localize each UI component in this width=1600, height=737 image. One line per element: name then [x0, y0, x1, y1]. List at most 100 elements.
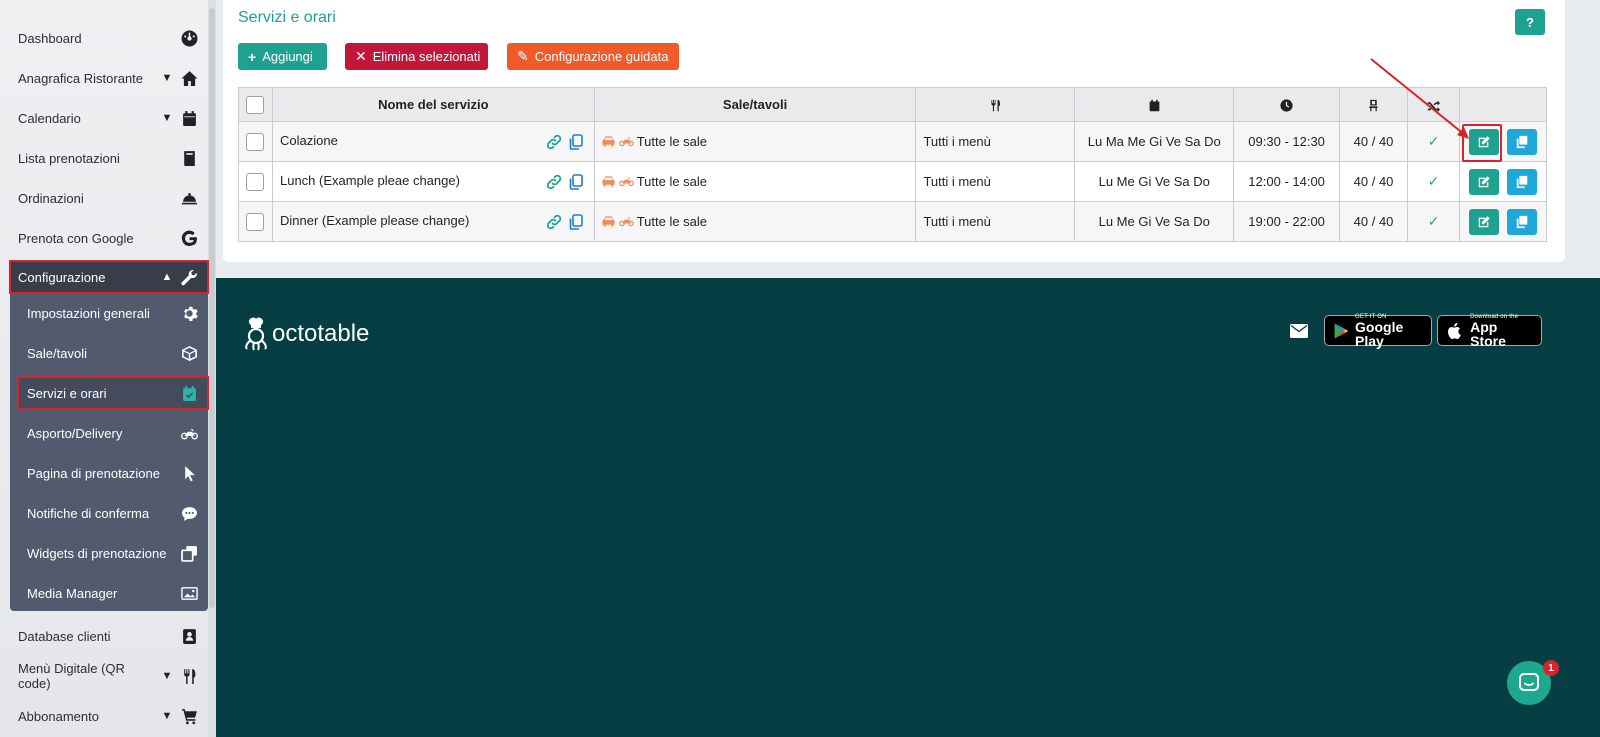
page-title: Servizi e orari [238, 9, 336, 26]
row-select-cell[interactable] [238, 161, 273, 202]
check-icon: ✓ [1407, 121, 1460, 162]
header-rooms[interactable]: Sale/tavoli [593, 87, 917, 122]
sidebar-subitem-servizi-orari[interactable]: Servizi e orari [17, 376, 209, 410]
delete-selected-button[interactable]: ✕ Elimina selezionati [345, 43, 488, 70]
copy-icon[interactable] [567, 173, 585, 191]
chef-octopus-logo-icon [245, 317, 267, 351]
apple-icon [1448, 322, 1461, 339]
motorbike-icon [618, 217, 634, 227]
calendar-icon [178, 109, 200, 127]
chevron-down-icon: ▼ [161, 670, 173, 682]
cart-icon [178, 707, 200, 725]
service-name: Lunch (Example pleae change) [279, 173, 460, 188]
chevron-down-icon: ▼ [161, 710, 173, 722]
sidebar-subitem-notifiche[interactable]: Notifiche di conferma [10, 496, 208, 530]
sidebar-subitem-widgets[interactable]: Widgets di prenotazione [10, 536, 208, 570]
google-play-badge[interactable]: GET IT ON Google Play [1324, 314, 1432, 348]
sidebar-item-ordinazioni[interactable]: Ordinazioni [0, 178, 208, 218]
header-hours[interactable] [1233, 87, 1341, 122]
header-shuffle[interactable] [1407, 87, 1460, 122]
pencil-icon: ✎ [517, 48, 529, 64]
sidebar-subitem-impostazioni[interactable]: Impostazioni generali [10, 296, 208, 330]
dashboard-icon [178, 29, 200, 47]
sidebar-subitem-asporto[interactable]: Asporto/Delivery [10, 416, 208, 450]
clock-icon [1280, 99, 1293, 112]
chat-notification-badge: 1 [1543, 660, 1559, 676]
duplicate-button[interactable] [1506, 168, 1537, 195]
widgets-icon [178, 544, 200, 562]
image-icon [178, 584, 200, 602]
header-covers[interactable] [1339, 87, 1409, 122]
edit-button[interactable] [1468, 168, 1499, 195]
header-name[interactable]: Nome del servizio [271, 87, 595, 122]
days-cell: Lu Me Gi Ve Sa Do [1074, 161, 1235, 202]
covers-cell: 40 / 40 [1339, 161, 1409, 202]
copy-icon[interactable] [567, 133, 585, 151]
rooms-cell: Tutte le sale [593, 161, 917, 202]
menu-cell: Tutti i menù [915, 201, 1076, 242]
services-table: Nome del servizio Sale/tavoli Colazione [238, 87, 1548, 242]
sidebar-scrollbar-thumb[interactable] [209, 8, 215, 608]
link-icon[interactable] [545, 173, 563, 191]
chevron-down-icon: ▼ [161, 72, 173, 84]
octotable-logo[interactable]: octotable [242, 316, 369, 352]
add-button[interactable]: + Aggiungi [238, 43, 327, 70]
sidebar-item-anagrafica[interactable]: Anagrafica Ristorante ▼ [0, 58, 208, 98]
sidebar-item-abbonamento[interactable]: Abbonamento ▼ [0, 696, 208, 736]
header-days[interactable] [1074, 87, 1235, 122]
car-icon [602, 216, 615, 227]
sidebar-subitem-media-manager[interactable]: Media Manager [10, 576, 208, 610]
edit-icon [1478, 215, 1490, 227]
row-select-cell[interactable] [238, 201, 273, 242]
cube-icon [178, 344, 200, 362]
check-icon: ✓ [1407, 161, 1460, 202]
app-store-badge[interactable]: Download on the App Store [1437, 314, 1542, 348]
car-icon [602, 136, 615, 147]
sidebar-item-menu-digitale[interactable]: Menù Digitale (QR code) ▼ [0, 656, 208, 696]
copy-icon [1516, 215, 1528, 228]
rooms-cell: Tutte le sale [593, 121, 917, 162]
hours-cell: 12:00 - 14:00 [1233, 161, 1341, 202]
chat-icon [178, 504, 200, 522]
duplicate-button[interactable] [1506, 208, 1537, 235]
row-checkbox[interactable] [246, 132, 265, 151]
copy-icon [1516, 135, 1528, 148]
service-name: Dinner (Example please change) [279, 213, 470, 228]
actions-cell [1458, 201, 1548, 242]
guided-config-button[interactable]: ✎ Configurazione guidata [507, 43, 679, 70]
sidebar-item-lista-prenotazioni[interactable]: Lista prenotazioni [0, 138, 208, 178]
link-icon[interactable] [545, 213, 563, 231]
sidebar-item-prenota-google[interactable]: Prenota con Google [0, 218, 208, 258]
contact-book-icon [178, 627, 200, 645]
sidebar-subitem-sale-tavoli[interactable]: Sale/tavoli [10, 336, 208, 370]
row-select-cell[interactable] [238, 121, 273, 162]
edit-button[interactable] [1468, 208, 1499, 235]
row-checkbox[interactable] [246, 172, 265, 191]
link-icon[interactable] [545, 133, 563, 151]
row-checkbox[interactable] [246, 212, 265, 231]
calendar-check-icon [178, 384, 200, 402]
edit-button[interactable] [1468, 128, 1499, 155]
sidebar-subitem-pagina-prenotazione[interactable]: Pagina di prenotazione [10, 456, 208, 490]
help-button[interactable]: ? [1515, 9, 1545, 35]
sidebar-item-dashboard[interactable]: Dashboard [0, 18, 208, 58]
duplicate-button[interactable] [1506, 128, 1537, 155]
table-header-row: Nome del servizio Sale/tavoli [238, 87, 1548, 122]
home-icon [178, 69, 200, 87]
sidebar-item-configurazione[interactable]: Configurazione ▲ [9, 260, 209, 294]
days-cell: Lu Ma Me Gi Ve Sa Do [1074, 121, 1235, 162]
select-all-checkbox[interactable] [246, 95, 265, 114]
google-play-icon [1334, 322, 1349, 339]
copy-icon[interactable] [567, 213, 585, 231]
rooms-cell: Tutte le sale [593, 201, 917, 242]
table-row: Dinner (Example please change) Tutte le … [238, 201, 1548, 242]
sidebar-item-calendario[interactable]: Calendario ▼ [0, 98, 208, 138]
chair-icon [1369, 99, 1378, 112]
select-all-cell[interactable] [238, 87, 273, 122]
mail-icon[interactable] [1290, 324, 1308, 338]
gear-icon [178, 304, 200, 322]
plus-icon: + [248, 48, 257, 65]
header-menu[interactable] [915, 87, 1076, 122]
cutlery-icon [991, 99, 1000, 112]
sidebar-item-database-clienti[interactable]: Database clienti [0, 616, 208, 656]
